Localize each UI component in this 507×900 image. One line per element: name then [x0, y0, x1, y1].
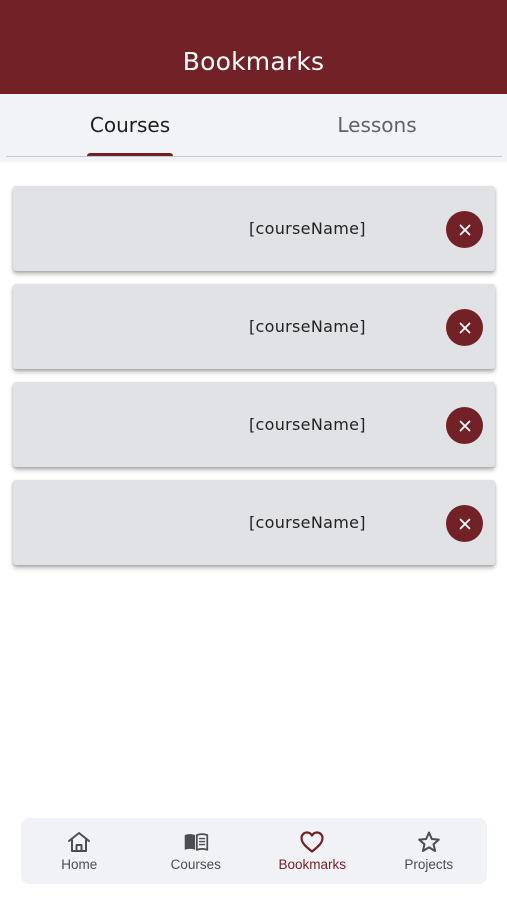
bookmark-card[interactable]: [courseName] — [13, 480, 495, 565]
nav-item-home[interactable]: Home — [21, 818, 138, 884]
close-icon — [459, 322, 470, 333]
nav-label: Projects — [404, 857, 454, 872]
course-name: [courseName] — [249, 513, 366, 532]
home-icon — [66, 830, 92, 854]
close-icon — [459, 224, 470, 235]
remove-bookmark-button[interactable] — [446, 211, 483, 248]
star-icon — [416, 830, 442, 854]
bottom-navigation: Home Courses Bookmarks Projects — [21, 818, 487, 884]
app-bar: Bookmarks — [0, 0, 507, 94]
tab-bar: Courses Lessons — [0, 94, 507, 162]
close-icon — [459, 518, 470, 529]
course-name: [courseName] — [249, 317, 366, 336]
nav-item-projects[interactable]: Projects — [371, 818, 488, 884]
nav-item-bookmarks[interactable]: Bookmarks — [254, 818, 371, 884]
nav-label: Home — [61, 857, 98, 872]
bookmark-card[interactable]: [courseName] — [13, 186, 495, 271]
page-title: Bookmarks — [182, 46, 325, 76]
bookmark-card[interactable]: [courseName] — [13, 382, 495, 467]
remove-bookmark-button[interactable] — [446, 407, 483, 444]
course-name: [courseName] — [249, 415, 366, 434]
course-name: [courseName] — [249, 219, 366, 238]
heart-icon — [299, 830, 325, 854]
bookmark-list: [courseName] [courseName] [courseName] [… — [13, 186, 495, 578]
bookmark-card[interactable]: [courseName] — [13, 284, 495, 369]
close-icon — [459, 420, 470, 431]
book-icon — [183, 830, 209, 854]
nav-label: Courses — [170, 857, 221, 872]
tab-lessons[interactable]: Lessons — [252, 94, 502, 156]
tab-courses[interactable]: Courses — [5, 94, 255, 156]
nav-item-courses[interactable]: Courses — [138, 818, 255, 884]
nav-label: Bookmarks — [278, 857, 347, 872]
tab-divider — [6, 156, 502, 157]
remove-bookmark-button[interactable] — [446, 309, 483, 346]
remove-bookmark-button[interactable] — [446, 505, 483, 542]
